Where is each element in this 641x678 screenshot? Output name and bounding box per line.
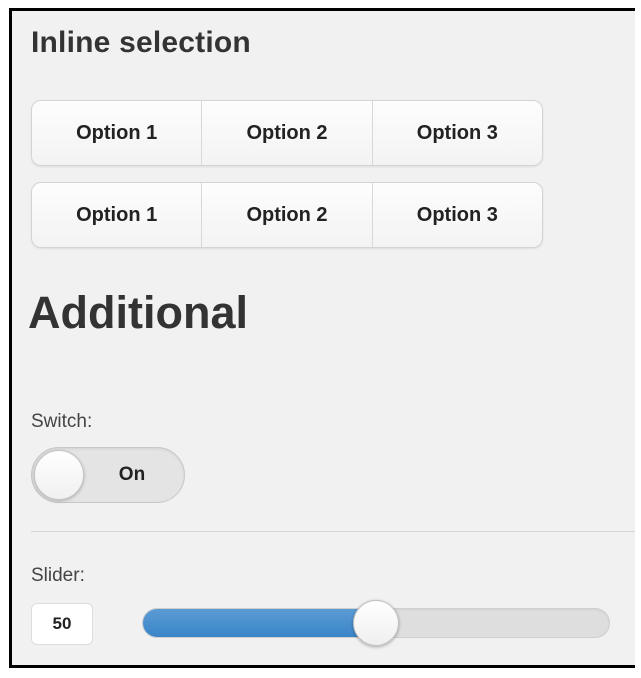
segment-option-2[interactable]: Option 2 <box>202 101 373 165</box>
segment-option-1[interactable]: Option 1 <box>32 101 203 165</box>
segment-option-1[interactable]: Option 1 <box>32 183 203 247</box>
switch-state-text: On <box>118 464 146 485</box>
slider-handle[interactable] <box>353 600 399 646</box>
segment-option-2[interactable]: Option 2 <box>202 183 373 247</box>
slider-value-box[interactable]: 50 <box>31 603 93 645</box>
segment-option-3[interactable]: Option 3 <box>373 101 542 165</box>
slider-label: Slider: <box>31 565 85 586</box>
segmented-control-2: Option 1 Option 2 Option 3 <box>31 182 543 248</box>
inline-selection-heading: Inline selection <box>31 26 251 59</box>
segmented-control-1: Option 1 Option 2 Option 3 <box>31 100 543 166</box>
divider <box>31 531 635 532</box>
app-frame: Inline selection Option 1 Option 2 Optio… <box>9 8 635 668</box>
segment-option-3[interactable]: Option 3 <box>373 183 542 247</box>
additional-heading: Additional <box>28 287 248 338</box>
switch-label: Switch: <box>31 411 93 432</box>
switch-knob[interactable] <box>34 450 84 500</box>
toggle-switch[interactable]: On <box>31 447 185 503</box>
slider-fill <box>143 609 377 637</box>
